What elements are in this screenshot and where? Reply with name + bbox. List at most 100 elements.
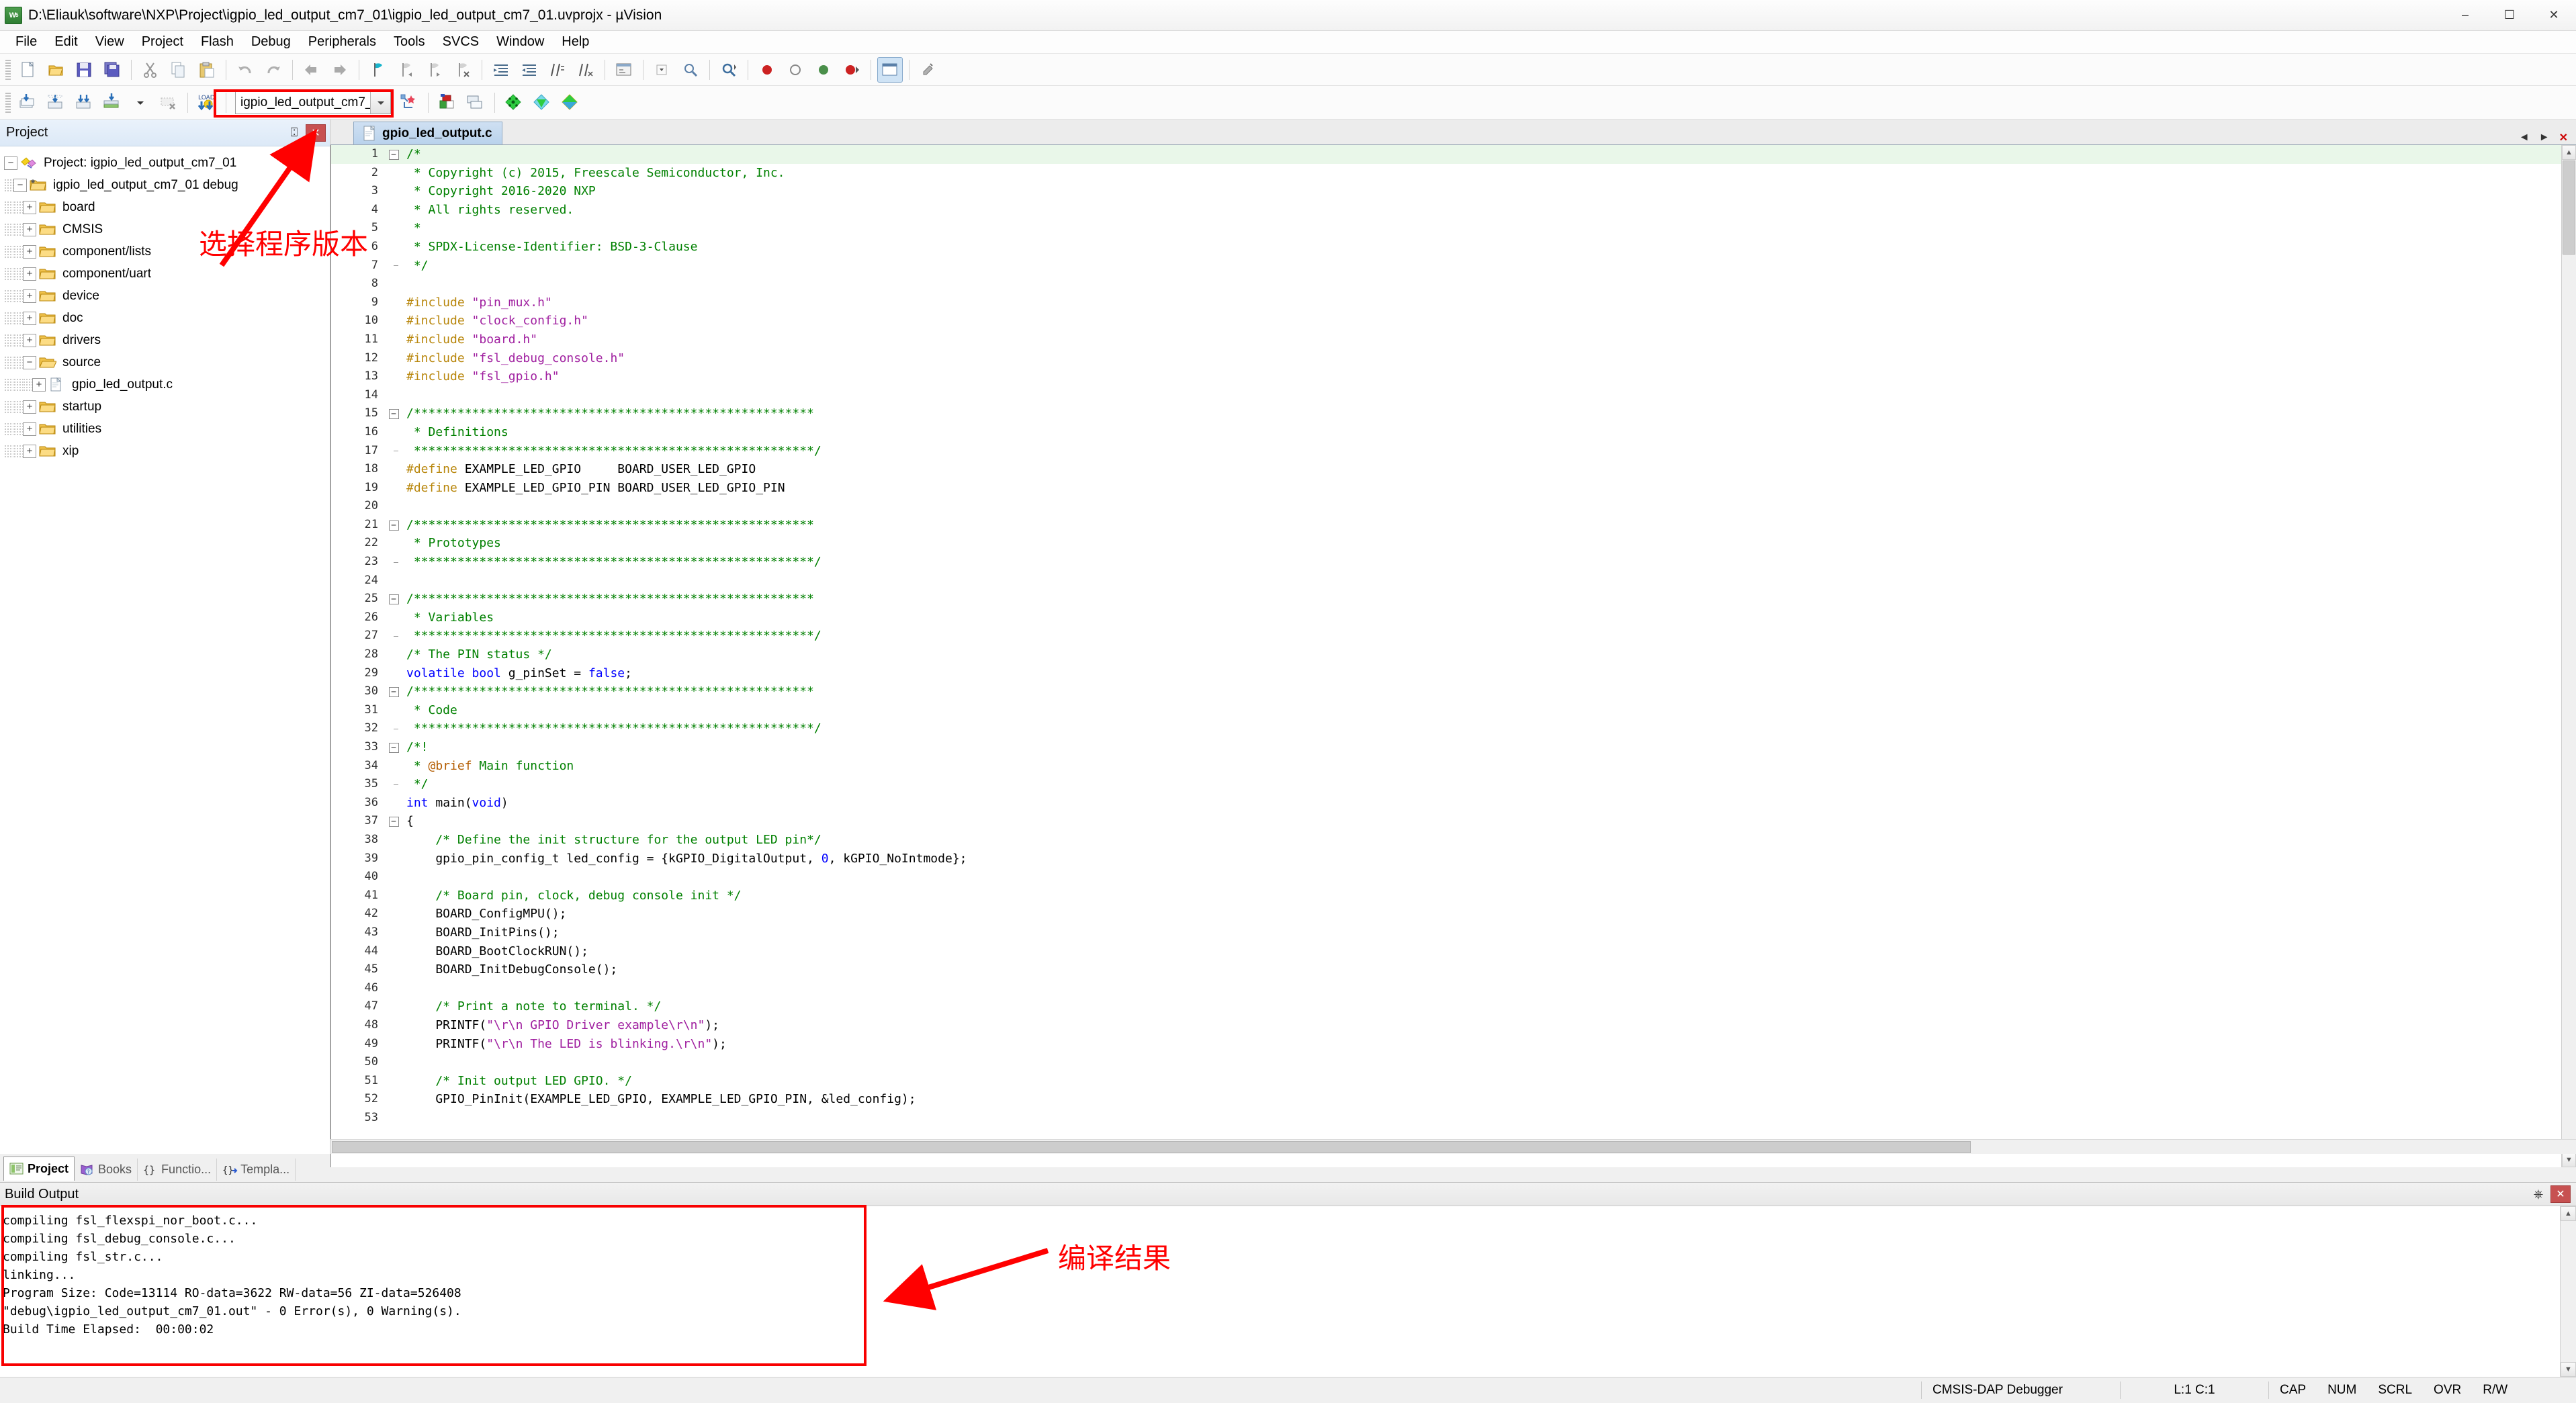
pane-tab-books[interactable]: ?Books (75, 1159, 138, 1181)
editor-vertical-scrollbar[interactable]: ▲ ▼ (2561, 145, 2576, 1167)
tree-item-board[interactable]: +board (4, 196, 330, 218)
tree-toggle-icon[interactable]: − (13, 179, 27, 192)
code-line[interactable]: 18#define EXAMPLE_LED_GPIO BOARD_USER_LE… (331, 460, 2561, 479)
menu-debug[interactable]: Debug (242, 32, 300, 52)
code-line[interactable]: 21−/************************************… (331, 516, 2561, 535)
code-line[interactable]: 46 (331, 979, 2561, 998)
code-line[interactable]: 40 (331, 868, 2561, 887)
code-line[interactable]: 43 BOARD_InitPins(); (331, 923, 2561, 942)
code-line[interactable]: 14 (331, 386, 2561, 405)
code-line[interactable]: 13#include "fsl_gpio.h" (331, 367, 2561, 386)
code-line[interactable]: 5 * (331, 219, 2561, 238)
code-fold-marker[interactable]: − (385, 812, 402, 831)
build-scroll-track[interactable] (2561, 1221, 2576, 1362)
code-fold-marker[interactable]: − (385, 516, 402, 535)
batch-build-dropdown-icon[interactable] (128, 90, 153, 116)
tree-toggle-icon[interactable]: + (32, 378, 46, 392)
code-line[interactable]: 35 */ (331, 775, 2561, 794)
comment-icon[interactable] (545, 57, 570, 83)
menu-svcs[interactable]: SVCS (434, 32, 488, 52)
code-line[interactable]: 32 *************************************… (331, 719, 2561, 738)
code-line[interactable]: 19#define EXAMPLE_LED_GPIO_PIN BOARD_USE… (331, 479, 2561, 498)
breakpoint-disable-icon[interactable] (783, 57, 808, 83)
menu-help[interactable]: Help (553, 32, 598, 52)
scroll-down-button[interactable]: ▼ (2562, 1152, 2576, 1167)
code-editor[interactable]: 1−/*2 * Copyright (c) 2015, Freescale Se… (330, 145, 2576, 1167)
menu-edit[interactable]: Edit (46, 32, 86, 52)
code-line[interactable]: 26 * Variables (331, 608, 2561, 627)
paste-icon[interactable] (194, 57, 220, 83)
code-line[interactable]: 28/* The PIN status */ (331, 645, 2561, 664)
code-line[interactable]: 31 * Code (331, 701, 2561, 720)
build-vertical-scrollbar[interactable]: ▲ ▼ (2560, 1206, 2576, 1377)
blue-green-diamond-icon[interactable] (558, 90, 583, 116)
configuration-wizard-icon[interactable] (916, 57, 941, 83)
tree-item-project-igpio-led-output-cm7-01[interactable]: −Project: igpio_led_output_cm7_01 (4, 152, 330, 174)
pin-icon[interactable]: ⍠ (285, 124, 303, 142)
close-icon[interactable]: ✕ (306, 124, 326, 142)
code-line[interactable]: 23 *************************************… (331, 553, 2561, 572)
save-all-icon[interactable] (99, 57, 125, 83)
cut-icon[interactable] (138, 57, 163, 83)
code-line[interactable]: 3 * Copyright 2016-2020 NXP (331, 182, 2561, 201)
menu-project[interactable]: Project (133, 32, 192, 52)
code-line[interactable]: 41 /* Board pin, clock, debug console in… (331, 887, 2561, 905)
tree-toggle-icon[interactable]: + (23, 400, 36, 414)
tab-scroll-right-icon[interactable]: ► (2539, 132, 2550, 144)
tree-toggle-icon[interactable]: + (23, 245, 36, 259)
code-line[interactable]: 39 gpio_pin_config_t led_config = {kGPIO… (331, 850, 2561, 868)
code-line[interactable]: 47 /* Print a note to terminal. */ (331, 997, 2561, 1016)
copy-icon[interactable] (166, 57, 191, 83)
bookmark-next-icon[interactable] (422, 57, 447, 83)
save-icon[interactable] (71, 57, 97, 83)
project-target-selector[interactable]: igpio_led_output_cm7_0 (235, 91, 391, 114)
code-line[interactable]: 36int main(void) (331, 794, 2561, 813)
outdent-icon[interactable] (517, 57, 542, 83)
scroll-track[interactable] (2562, 255, 2576, 1152)
build-target-icon[interactable] (43, 90, 69, 116)
new-file-icon[interactable] (15, 57, 40, 83)
code-line[interactable]: 16 * Definitions (331, 423, 2561, 442)
stop-build-icon[interactable] (156, 90, 181, 116)
translate-file-icon[interactable] (15, 90, 40, 116)
manage-windows-icon[interactable] (877, 57, 903, 83)
code-line[interactable]: 20 (331, 497, 2561, 516)
editor-horizontal-scrollbar[interactable] (330, 1139, 2576, 1154)
breakpoint-disable-all-icon[interactable] (839, 57, 864, 83)
tree-toggle-icon[interactable]: + (23, 289, 36, 303)
undo-icon[interactable] (232, 57, 258, 83)
tree-item-utilities[interactable]: +utilities (4, 418, 330, 440)
find-replace-icon[interactable] (678, 57, 703, 83)
tree-item-gpio-led-output-c[interactable]: +gpio_led_output.c (4, 373, 330, 396)
maximize-button[interactable]: ☐ (2487, 0, 2532, 31)
tree-item-component-uart[interactable]: +component/uart (4, 263, 330, 285)
code-line[interactable]: 48 PRINTF("\r\n GPIO Driver example\r\n"… (331, 1016, 2561, 1035)
code-line[interactable]: 34 * @brief Main function (331, 757, 2561, 776)
code-line[interactable]: 44 BOARD_BootClockRUN(); (331, 942, 2561, 961)
hscroll-thumb[interactable] (332, 1141, 1971, 1153)
load-download-icon[interactable]: LOAD (194, 90, 220, 116)
code-fold-marker[interactable]: − (385, 145, 402, 164)
code-line[interactable]: 33−/*! (331, 738, 2561, 757)
code-line[interactable]: 27 *************************************… (331, 627, 2561, 645)
tree-toggle-icon[interactable]: + (23, 422, 36, 436)
minimize-button[interactable]: – (2443, 0, 2487, 31)
code-line[interactable]: 50 (331, 1053, 2561, 1072)
tree-item-device[interactable]: +device (4, 285, 330, 307)
menu-tools[interactable]: Tools (385, 32, 434, 52)
forward-icon[interactable] (327, 57, 353, 83)
green-diamond-icon[interactable] (501, 90, 527, 116)
tree-item-source[interactable]: −source (4, 351, 330, 373)
tree-toggle-icon[interactable]: + (23, 312, 36, 325)
menu-flash[interactable]: Flash (192, 32, 242, 52)
tree-toggle-icon[interactable]: − (23, 356, 36, 369)
code-fold-marker[interactable]: − (385, 590, 402, 608)
indent-icon[interactable] (488, 57, 514, 83)
scroll-thumb[interactable] (2563, 161, 2575, 255)
code-line[interactable]: 1−/* (331, 145, 2561, 164)
code-line[interactable]: 6 * SPDX-License-Identifier: BSD-3-Claus… (331, 238, 2561, 257)
bookmark-toggle-icon[interactable] (365, 57, 391, 83)
tree-toggle-icon[interactable]: + (23, 267, 36, 281)
scroll-up-button[interactable]: ▲ (2562, 145, 2576, 160)
code-line[interactable]: 8 (331, 275, 2561, 293)
